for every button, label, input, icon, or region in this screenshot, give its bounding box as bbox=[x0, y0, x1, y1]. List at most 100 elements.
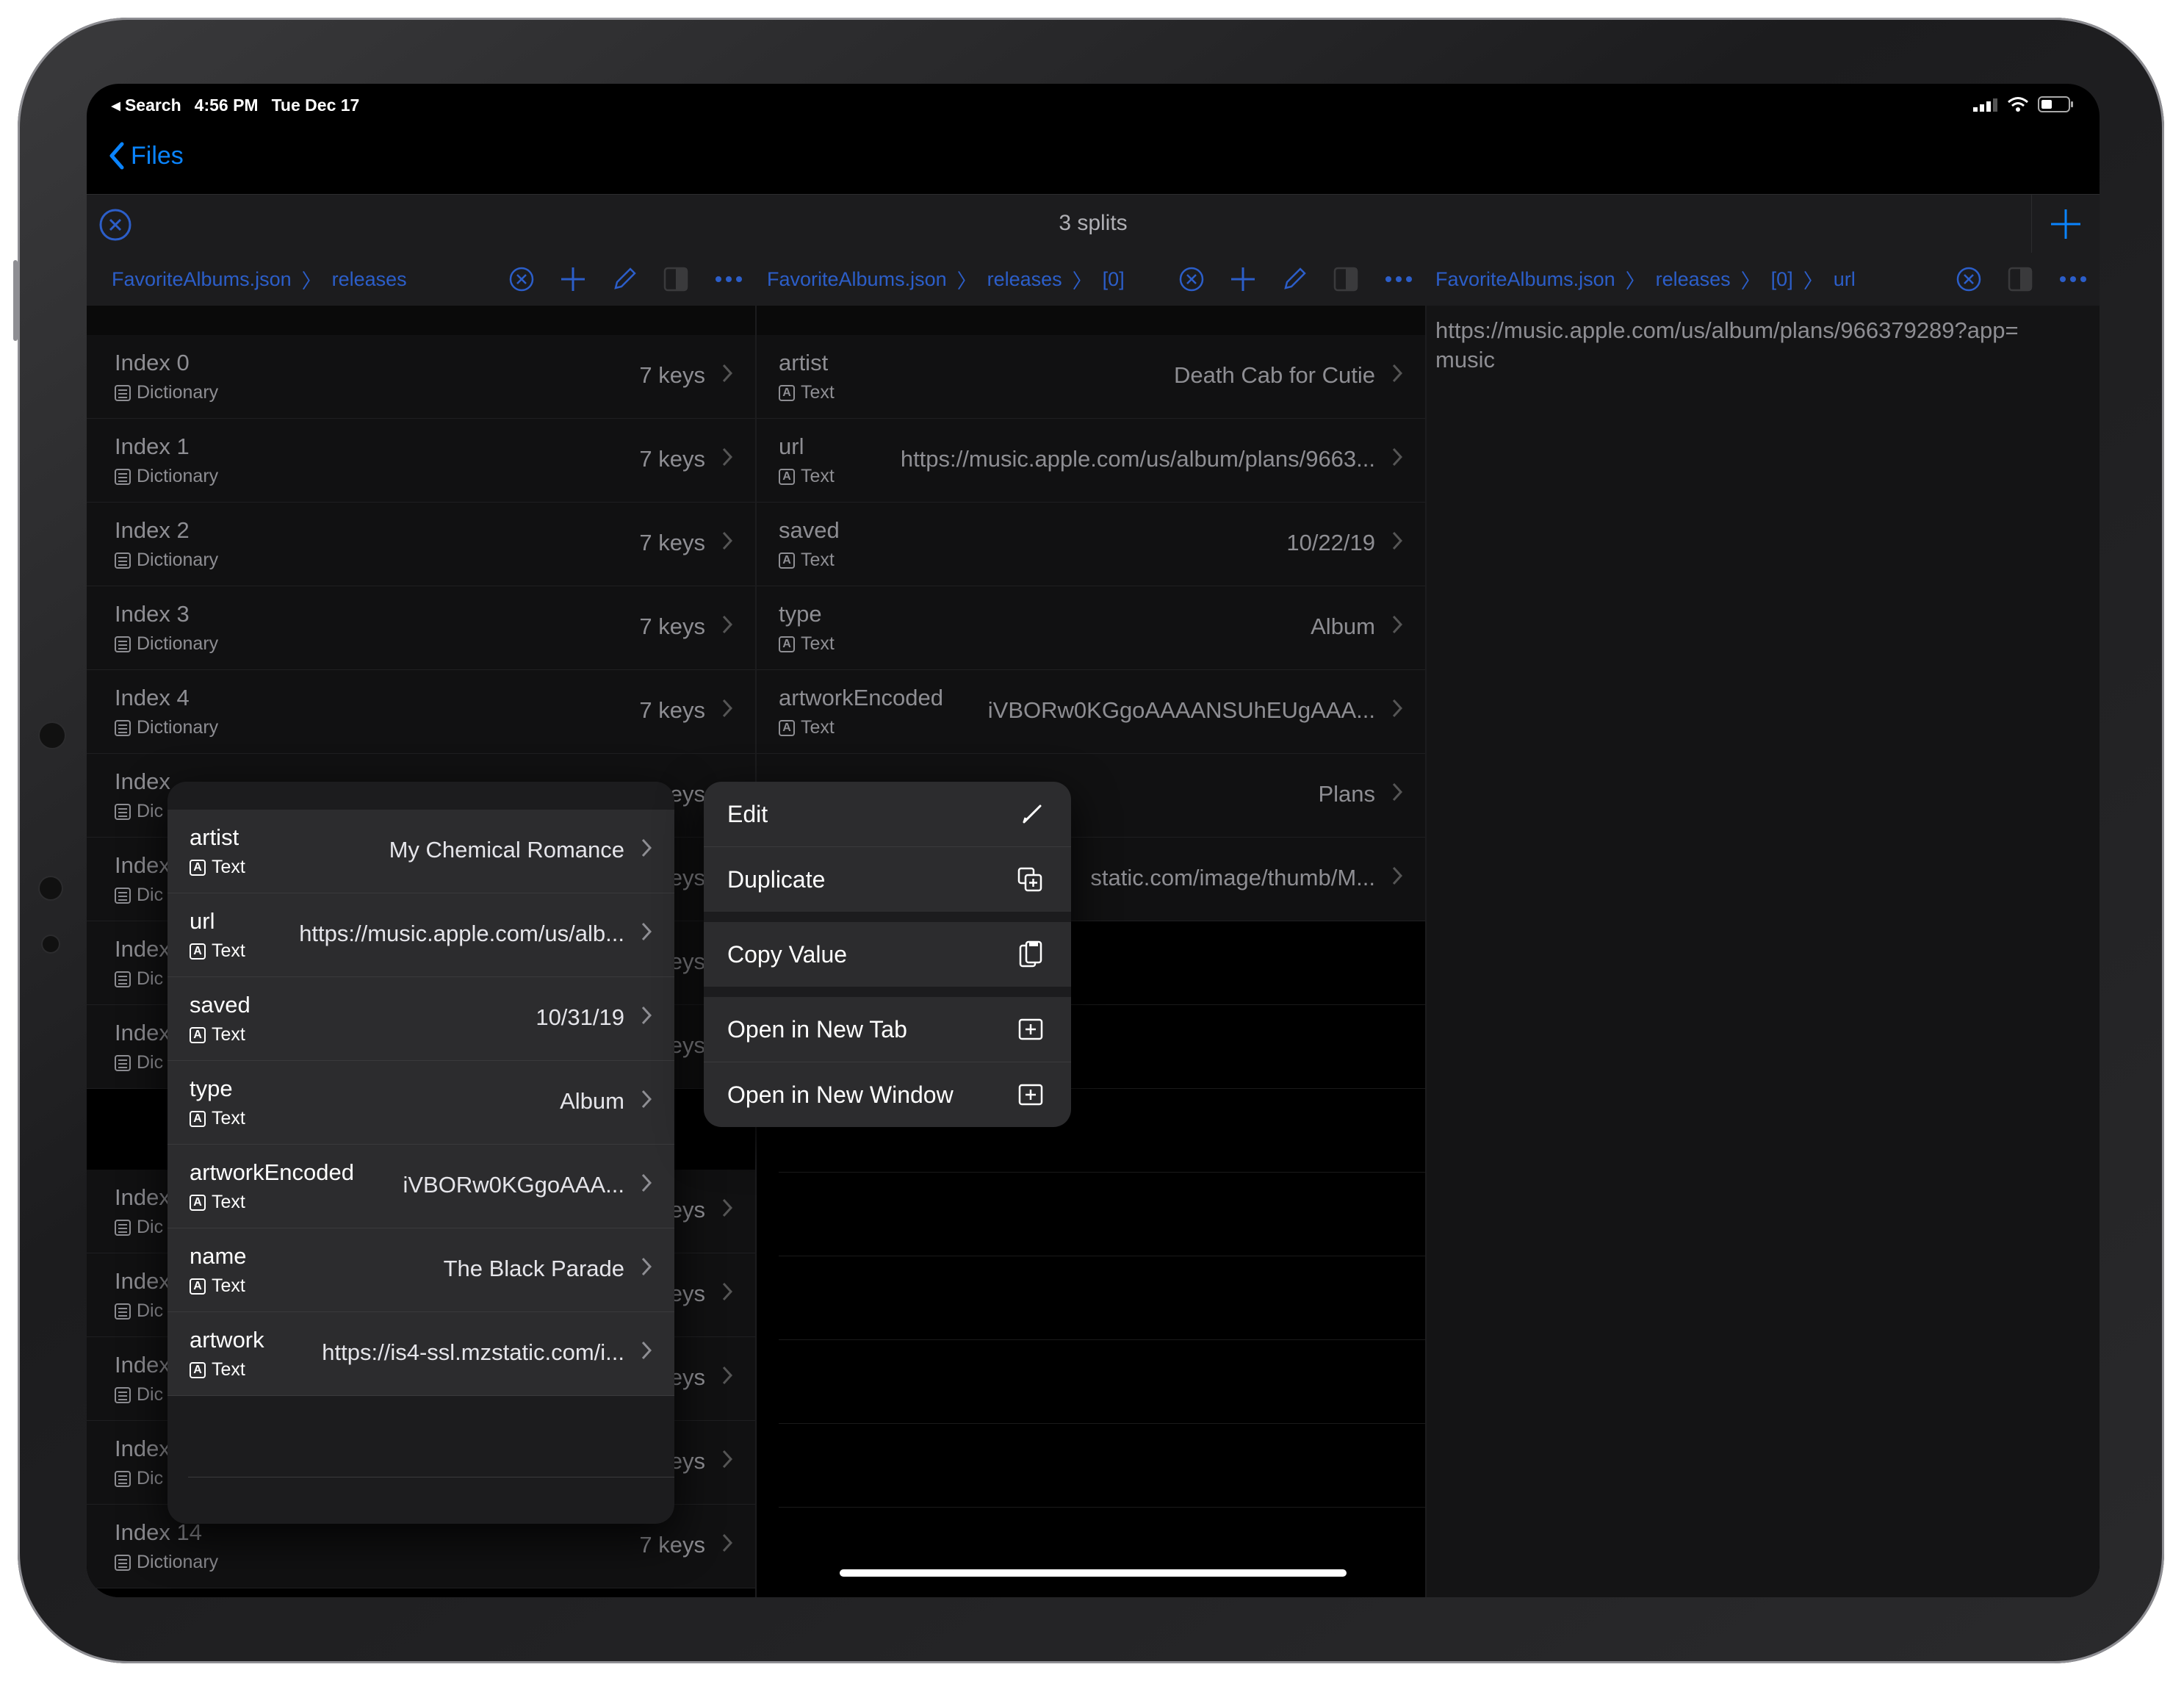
breadcrumb: FavoriteAlbums.json 〉 releases 〉 [0] 〉 url bbox=[1427, 253, 2100, 306]
list-item[interactable]: artworkEncoded A Text iVBORw0KGgoAAA... bbox=[167, 1145, 674, 1228]
crumb-releases[interactable]: releases bbox=[987, 268, 1062, 291]
plus-icon bbox=[2051, 209, 2080, 239]
menu-item-copy-value[interactable]: Copy Value bbox=[704, 922, 1071, 987]
status-time: 4:56 PM bbox=[194, 96, 259, 115]
pencil-icon[interactable] bbox=[1281, 266, 1308, 292]
chevron-left-icon bbox=[109, 142, 124, 170]
chevron-right-icon bbox=[1392, 866, 1403, 885]
add-split-button[interactable] bbox=[2031, 195, 2100, 253]
menu-item-edit[interactable]: Edit bbox=[704, 782, 1071, 847]
chevron-right-icon bbox=[641, 1173, 652, 1192]
text-type-icon: A bbox=[779, 384, 795, 401]
text-type-icon: A bbox=[779, 468, 795, 485]
nav-bar: Files bbox=[87, 125, 2100, 192]
chevron-right-icon bbox=[1392, 447, 1403, 467]
list-item[interactable]: Index 0 Dictionary 7 keys bbox=[87, 335, 755, 419]
breadcrumb: FavoriteAlbums.json 〉 releases 〉 [0] bbox=[757, 253, 1425, 306]
dictionary-icon bbox=[115, 384, 131, 401]
menu-divider bbox=[704, 912, 1071, 922]
crumb-file[interactable]: FavoriteAlbums.json bbox=[112, 268, 292, 291]
chevron-right-icon bbox=[1392, 782, 1403, 802]
list-item[interactable]: type A Text Album bbox=[167, 1061, 674, 1145]
list-item[interactable]: type A Text Album bbox=[757, 586, 1425, 670]
chevron-right-icon bbox=[1392, 615, 1403, 634]
dictionary-icon bbox=[115, 468, 131, 485]
crumb-releases[interactable]: releases bbox=[332, 268, 407, 291]
list-item[interactable]: url A Text https://music.apple.com/us/alb..… bbox=[167, 893, 674, 977]
plus-icon[interactable] bbox=[560, 266, 586, 292]
context-preview-card: artist A Text My Chemical Romance url A Text h… bbox=[167, 782, 674, 1524]
chevron-right-icon bbox=[722, 1366, 733, 1385]
list-item[interactable]: artist A Text Death Cab for Cutie bbox=[757, 335, 1425, 419]
more-icon[interactable] bbox=[2058, 275, 2088, 284]
menu-item-duplicate[interactable]: Duplicate bbox=[704, 847, 1071, 912]
list-item[interactable]: Index 3 Dictionary 7 keys bbox=[87, 586, 755, 670]
chevron-right-icon bbox=[722, 364, 733, 383]
text-type-icon: A bbox=[190, 943, 206, 960]
split-view-icon[interactable] bbox=[2007, 266, 2033, 292]
crumb-index[interactable]: [0] bbox=[1103, 268, 1125, 291]
text-type-icon: A bbox=[779, 552, 795, 569]
close-circle-icon[interactable] bbox=[508, 266, 535, 292]
crumb-file[interactable]: FavoriteAlbums.json bbox=[767, 268, 947, 291]
list-item[interactable]: artworkEncoded A Text iVBORw0KGgoAAAANSUhEU… bbox=[757, 670, 1425, 754]
plus-icon[interactable] bbox=[1230, 266, 1256, 292]
dictionary-icon bbox=[115, 1554, 131, 1571]
side-button bbox=[13, 260, 18, 341]
text-type-icon: A bbox=[190, 859, 206, 876]
close-circle-icon[interactable] bbox=[1178, 266, 1205, 292]
text-type-icon: A bbox=[190, 1110, 206, 1127]
menu-item-open-new-tab[interactable]: Open in New Tab bbox=[704, 997, 1071, 1062]
status-date: Tue Dec 17 bbox=[271, 96, 360, 115]
split-view-icon[interactable] bbox=[1333, 266, 1359, 292]
chevron-right-icon bbox=[1392, 699, 1403, 718]
dictionary-icon bbox=[115, 1470, 131, 1487]
chevron-right-icon bbox=[641, 1090, 652, 1109]
text-type-icon: A bbox=[779, 636, 795, 652]
pencil-icon[interactable] bbox=[611, 266, 638, 292]
chevron-right-icon bbox=[722, 531, 733, 550]
camera-dot bbox=[40, 723, 65, 748]
more-icon[interactable] bbox=[1384, 275, 1413, 284]
chevron-right-icon bbox=[641, 922, 652, 941]
list-item[interactable]: artist A Text My Chemical Romance bbox=[167, 810, 674, 893]
dictionary-icon bbox=[115, 1219, 131, 1236]
crumb-index[interactable]: [0] bbox=[1771, 268, 1793, 291]
splits-bar: 3 splits bbox=[87, 194, 2100, 253]
back-to-app[interactable]: ◂ Search bbox=[112, 96, 181, 115]
list-item[interactable]: saved A Text 10/31/19 bbox=[167, 977, 674, 1061]
text-type-icon: A bbox=[190, 1361, 206, 1378]
list-item[interactable]: Index 4 Dictionary 7 keys bbox=[87, 670, 755, 754]
close-circle-icon[interactable] bbox=[1956, 266, 1982, 292]
list-top-gap bbox=[87, 306, 755, 335]
plus-square-icon bbox=[1018, 1084, 1043, 1106]
list-item[interactable]: url A Text https://music.apple.com/us/album… bbox=[757, 419, 1425, 503]
back-button[interactable]: Files bbox=[109, 141, 184, 170]
chevron-right-icon bbox=[722, 615, 733, 634]
dictionary-icon bbox=[115, 803, 131, 820]
crumb-file[interactable]: FavoriteAlbums.json bbox=[1435, 268, 1615, 291]
dictionary-icon bbox=[115, 719, 131, 736]
cellular-icon bbox=[1973, 98, 1997, 112]
crumb-url[interactable]: url bbox=[1834, 268, 1856, 291]
list-item[interactable]: name A Text The Black Parade bbox=[167, 1228, 674, 1312]
split-view-icon[interactable] bbox=[663, 266, 689, 292]
dictionary-icon bbox=[115, 1054, 131, 1071]
chevron-right-icon bbox=[722, 699, 733, 718]
list-item[interactable]: Index 2 Dictionary 7 keys bbox=[87, 503, 755, 586]
splits-title: 3 splits bbox=[1059, 211, 1128, 235]
chevron-right-icon bbox=[641, 838, 652, 857]
url-text-value[interactable]: https://music.apple.com/us/album/plans/9… bbox=[1427, 306, 2053, 375]
crumb-releases[interactable]: releases bbox=[1656, 268, 1731, 291]
more-icon[interactable] bbox=[714, 275, 743, 284]
list-item[interactable]: saved A Text 10/22/19 bbox=[757, 503, 1425, 586]
home-indicator[interactable] bbox=[840, 1569, 1347, 1577]
dictionary-icon bbox=[115, 971, 131, 987]
status-bar: ◂ Search 4:56 PM Tue Dec 17 bbox=[87, 84, 2100, 125]
text-type-icon: A bbox=[190, 1026, 206, 1043]
chevron-right-icon bbox=[722, 1533, 733, 1552]
sensor-dot-small bbox=[43, 936, 59, 952]
list-item[interactable]: artwork A Text https://is4-ssl.mzstatic.com… bbox=[167, 1312, 674, 1396]
list-item[interactable]: Index 1 Dictionary 7 keys bbox=[87, 419, 755, 503]
menu-item-open-new-window[interactable]: Open in New Window bbox=[704, 1062, 1071, 1127]
